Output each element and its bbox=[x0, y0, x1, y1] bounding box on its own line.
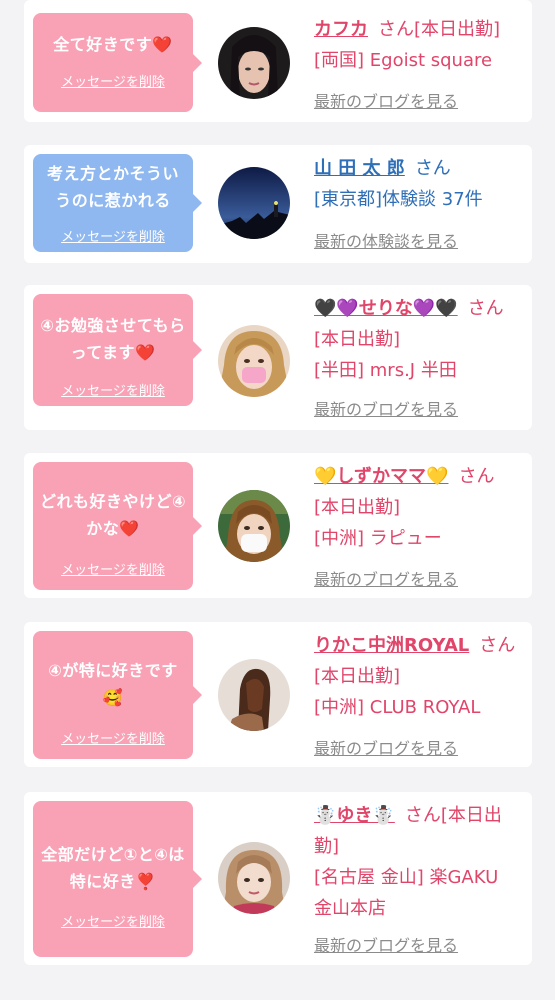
status-label: [本日出勤] bbox=[314, 329, 401, 350]
cast-name-link[interactable]: 山 田 太 郎 bbox=[314, 158, 405, 179]
message-card: ④お勉強させてもらってます❤️ メッセージを削除 🖤💜せりな💜🖤 さん [本日出勤]… bbox=[24, 285, 532, 430]
honorific: さん bbox=[404, 805, 441, 826]
message-text: ④お勉強させてもらってます❤️ bbox=[40, 316, 186, 362]
cast-name-link[interactable]: カフカ bbox=[314, 19, 368, 40]
honorific: さん bbox=[414, 158, 451, 179]
message-card: 考え方とかそういうのに惹かれる メッセージを削除 山 田 太 郎さん [東京都]… bbox=[24, 145, 532, 263]
latest-blog-link[interactable]: 最新のブログを見る bbox=[314, 566, 458, 590]
message-text: 全て好きです❤️ bbox=[53, 35, 173, 54]
message-text: どれも好きやけど④かな❤️ bbox=[39, 492, 187, 538]
cast-info: 🖤💜せりな💜🖤 さん [本日出勤] [半田] mrs.J 半田 bbox=[314, 293, 520, 386]
avatar[interactable] bbox=[218, 27, 290, 99]
honorific: さん bbox=[378, 19, 414, 40]
avatar[interactable] bbox=[218, 490, 290, 562]
cast-info: ☃️ゆき☃️ さん[本日出勤] [名古屋 金山] 楽GAKU 金山本店 bbox=[314, 800, 520, 924]
message-bubble: ④お勉強させてもらってます❤️ メッセージを削除 bbox=[33, 294, 202, 406]
shop-location: [名古屋 金山] 楽GAKU 金山本店 bbox=[314, 867, 499, 919]
cast-info: 山 田 太 郎さん [東京都]体験談 37件 bbox=[314, 153, 520, 215]
avatar-photo bbox=[218, 842, 290, 914]
latest-blog-link[interactable]: 最新のブログを見る bbox=[314, 932, 458, 956]
shop-location: [両国] Egoist square bbox=[314, 50, 493, 71]
message-card: どれも好きやけど④かな❤️ メッセージを削除 💛しずかママ💛 さん [本日出勤] … bbox=[24, 453, 532, 598]
message-card: ④が特に好きです🥰 メッセージを削除 りかこ中洲ROYAL さん [本日出勤] [中… bbox=[24, 622, 532, 767]
message-bubble: 全て好きです❤️ メッセージを削除 bbox=[33, 13, 202, 112]
avatar-photo bbox=[218, 659, 290, 731]
honorific: さん bbox=[467, 298, 504, 319]
delete-message-link[interactable]: メッセージを削除 bbox=[33, 71, 193, 90]
avatar[interactable] bbox=[218, 842, 290, 914]
cast-info: カフカ さん[本日出勤] [両国] Egoist square bbox=[314, 14, 520, 76]
delete-message-link[interactable]: メッセージを削除 bbox=[33, 911, 193, 930]
delete-message-link[interactable]: メッセージを削除 bbox=[33, 728, 193, 747]
status-label: [本日出勤] bbox=[414, 19, 501, 40]
delete-message-link[interactable]: メッセージを削除 bbox=[33, 226, 193, 245]
shop-location: [半田] mrs.J 半田 bbox=[314, 360, 457, 381]
avatar-photo bbox=[218, 27, 290, 99]
latest-report-link[interactable]: 最新の体験談を見る bbox=[314, 228, 458, 252]
cast-name-link[interactable]: 💛しずかママ💛 bbox=[314, 466, 448, 487]
avatar-photo bbox=[218, 167, 290, 239]
report-count: [東京都]体験談 37件 bbox=[314, 189, 483, 210]
cast-name-link[interactable]: りかこ中洲ROYAL bbox=[314, 635, 469, 656]
delete-message-link[interactable]: メッセージを削除 bbox=[33, 559, 193, 578]
cast-name-link[interactable]: ☃️ゆき☃️ bbox=[314, 805, 395, 826]
message-card: 全部だけど①と④は特に好き❣️ メッセージを削除 ☃️ゆき☃️ さん[本日出勤] … bbox=[24, 792, 532, 965]
message-text: ④が特に好きです🥰 bbox=[48, 661, 178, 707]
avatar-photo bbox=[218, 490, 290, 562]
message-text: 考え方とかそういうのに惹かれる bbox=[46, 164, 179, 210]
avatar[interactable] bbox=[218, 167, 290, 239]
cast-info: 💛しずかママ💛 さん [本日出勤] [中洲] ラピュー bbox=[314, 461, 520, 554]
latest-blog-link[interactable]: 最新のブログを見る bbox=[314, 735, 458, 759]
message-bubble: ④が特に好きです🥰 メッセージを削除 bbox=[33, 631, 202, 759]
avatar-photo bbox=[218, 325, 290, 397]
cast-info: りかこ中洲ROYAL さん [本日出勤] [中洲] CLUB ROYAL bbox=[314, 630, 520, 723]
message-text: 全部だけど①と④は特に好き❣️ bbox=[41, 845, 185, 891]
avatar[interactable] bbox=[218, 325, 290, 397]
cast-name-link[interactable]: 🖤💜せりな💜🖤 bbox=[314, 298, 458, 319]
honorific: さん bbox=[458, 466, 495, 487]
status-label: [本日出勤] bbox=[314, 497, 401, 518]
avatar[interactable] bbox=[218, 659, 290, 731]
honorific: さん bbox=[479, 635, 516, 656]
shop-location: [中洲] CLUB ROYAL bbox=[314, 697, 481, 718]
shop-location: [中洲] ラピュー bbox=[314, 528, 442, 549]
latest-blog-link[interactable]: 最新のブログを見る bbox=[314, 88, 458, 112]
message-bubble: 考え方とかそういうのに惹かれる メッセージを削除 bbox=[33, 154, 202, 252]
delete-message-link[interactable]: メッセージを削除 bbox=[33, 380, 193, 399]
message-card: 全て好きです❤️ メッセージを削除 カフカ さん[本日出勤] [両国] Egois… bbox=[24, 0, 532, 122]
latest-blog-link[interactable]: 最新のブログを見る bbox=[314, 396, 458, 420]
message-bubble: どれも好きやけど④かな❤️ メッセージを削除 bbox=[33, 462, 202, 590]
status-label: [本日出勤] bbox=[314, 666, 401, 687]
message-bubble: 全部だけど①と④は特に好き❣️ メッセージを削除 bbox=[33, 801, 202, 957]
